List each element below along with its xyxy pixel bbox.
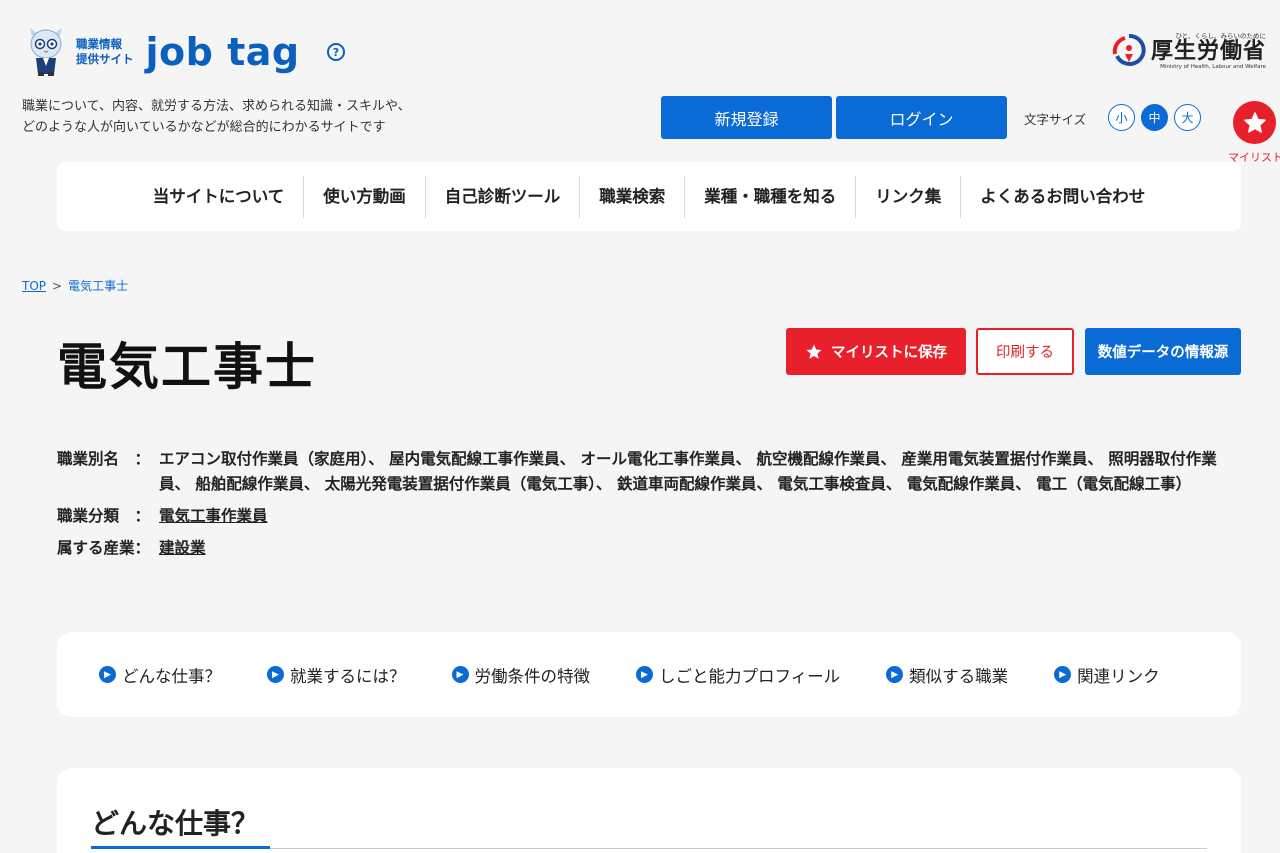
anchor-label: しごと能力プロフィール (659, 666, 841, 686)
main-nav: 当サイトについて 使い方動画 自己診断ツール 職業検索 業種・職種を知る リンク… (57, 162, 1241, 231)
anchor-label: 類似する職業 (909, 666, 1009, 686)
industry-label: 属する産業： (57, 539, 151, 557)
logo-text: job tag (145, 30, 300, 74)
category-link[interactable]: 電気工事作業員 (159, 507, 268, 525)
category-label: 職業分類 ： (57, 507, 151, 525)
anchor-similar-jobs[interactable]: ▶ 類似する職業 (886, 663, 1008, 687)
info-row-alias: 職業別名 ： エアコン取付作業員（家庭用）、 屋内電気配線工事作業員、 オール電… (57, 447, 1247, 497)
anchor-label: 就業するには？ (290, 666, 406, 686)
section-divider-accent (91, 846, 270, 849)
nav-item-videos[interactable]: 使い方動画 (304, 175, 426, 218)
anchor-label: どんな仕事？ (122, 666, 221, 686)
breadcrumb-top-link[interactable]: TOP (22, 279, 46, 293)
star-icon (806, 344, 822, 359)
ministry-mark-icon (1111, 32, 1147, 68)
what-job-section: どんな仕事？ (57, 768, 1241, 853)
font-size-medium-button[interactable]: 中 (1141, 104, 1168, 131)
chevron-right-circle-icon: ▶ (886, 666, 904, 683)
nav-item-job-search[interactable]: 職業検索 (580, 175, 686, 218)
info-row-category: 職業分類 ： 電気工事作業員 (57, 504, 1247, 529)
save-to-mylist-button[interactable]: マイリストに保存 (786, 328, 966, 375)
star-icon (1243, 111, 1266, 133)
logo-subtitle: 職業情報 提供サイト (76, 37, 134, 66)
nav-item-faq[interactable]: よくあるお問い合わせ (961, 176, 1164, 218)
font-size-large-button[interactable]: 大 (1174, 104, 1201, 131)
ministry-logo[interactable]: ひと、くらし、みらいのために 厚生労働省 Ministry of Health,… (1111, 30, 1266, 70)
chevron-right-circle-icon: ▶ (636, 666, 653, 683)
page-title: 電気工事士 (57, 338, 317, 396)
site-logo[interactable]: 職業情報 提供サイト job tag (24, 26, 300, 78)
ministry-english-name: Ministry of Health, Labour and Welfare (1160, 64, 1266, 70)
register-button[interactable]: 新規登録 (661, 96, 832, 139)
anchor-label: 関連リンク (1077, 666, 1160, 686)
nav-item-industries[interactable]: 業種・職種を知る (685, 175, 857, 218)
anchor-what-job[interactable]: ▶ どんな仕事？ (99, 663, 221, 687)
chevron-right-circle-icon: ▶ (1054, 666, 1072, 683)
industry-link[interactable]: 建設業 (159, 539, 206, 557)
data-source-button[interactable]: 数値データの情報源 (1085, 328, 1241, 375)
job-info: 職業別名 ： エアコン取付作業員（家庭用）、 屋内電気配線工事作業員、 オール電… (57, 447, 1247, 568)
save-to-mylist-label: マイリストに保存 (831, 345, 947, 361)
chevron-right-circle-icon: ▶ (451, 666, 469, 683)
chevron-right-circle-icon: ▶ (267, 666, 284, 683)
font-size-label: 文字サイズ (1024, 112, 1087, 127)
print-button[interactable]: 印刷する (976, 328, 1074, 375)
anchor-related-links[interactable]: ▶ 関連リンク (1054, 663, 1160, 687)
anchor-how-to-work[interactable]: ▶ 就業するには？ (267, 663, 406, 687)
alias-label: 職業別名 ： (57, 450, 151, 468)
site-tagline: 職業について、内容、就労する方法、求められる知識・スキルや、 どのような人が向い… (22, 99, 411, 135)
section-anchor-links: ▶ どんな仕事？ ▶ 就業するには？ ▶ 労働条件の特徴 ▶ しごと能力プロフィ… (57, 632, 1241, 717)
section-title: どんな仕事？ (91, 807, 260, 840)
font-size-small-button[interactable]: 小 (1108, 104, 1135, 131)
mascot-icon (24, 26, 68, 78)
nav-item-self-diagnosis[interactable]: 自己診断ツール (426, 175, 581, 218)
anchor-label: 労働条件の特徴 (474, 666, 591, 686)
login-button[interactable]: ログイン (836, 96, 1007, 139)
breadcrumb: TOP > 電気工事士 (22, 277, 128, 294)
question-circle-icon[interactable]: ? (327, 43, 345, 61)
ministry-name: 厚生労働省 (1150, 39, 1266, 64)
anchor-working-conditions[interactable]: ▶ 労働条件の特徴 (451, 663, 591, 687)
info-row-industry: 属する産業： 建設業 (57, 536, 1247, 561)
chevron-right-circle-icon: ▶ (99, 666, 116, 683)
breadcrumb-current: 電気工事士 (68, 279, 129, 293)
nav-item-links[interactable]: リンク集 (856, 175, 962, 218)
breadcrumb-separator: > (52, 279, 63, 293)
mylist-button[interactable] (1233, 101, 1276, 144)
anchor-ability-profile[interactable]: ▶ しごと能力プロフィール (636, 663, 840, 687)
alias-value: エアコン取付作業員（家庭用）、 屋内電気配線工事作業員、 オール電化工事作業員、… (159, 450, 1217, 493)
nav-item-about[interactable]: 当サイトについて (134, 175, 305, 218)
